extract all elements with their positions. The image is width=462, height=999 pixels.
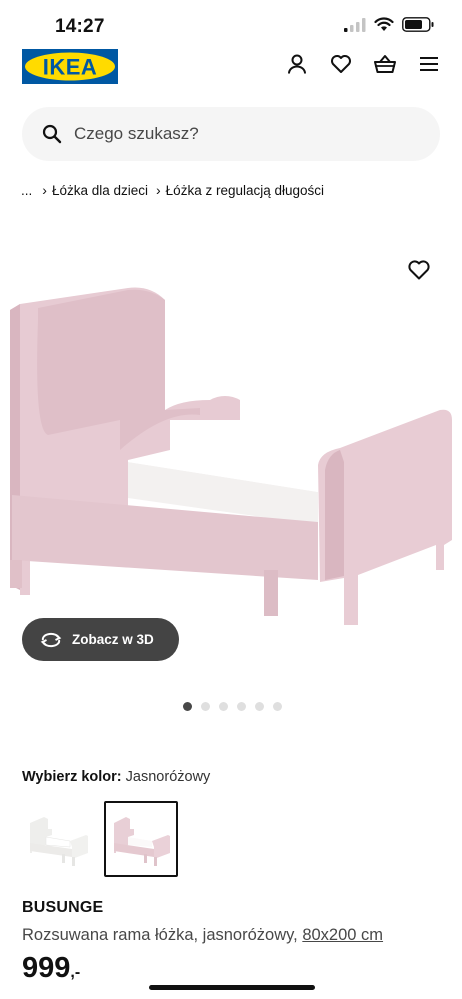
price-suffix: ,- bbox=[70, 964, 81, 981]
battery-icon bbox=[402, 17, 434, 32]
carousel-dots bbox=[183, 702, 282, 711]
product-image[interactable] bbox=[0, 240, 462, 680]
home-indicator[interactable] bbox=[149, 985, 315, 990]
rotate-3d-icon bbox=[40, 632, 62, 647]
status-time: 14:27 bbox=[55, 16, 105, 37]
carousel-dot[interactable] bbox=[183, 702, 192, 711]
app-header: IKEA bbox=[0, 44, 462, 88]
breadcrumb-item[interactable]: Łóżka z regulacją długości bbox=[166, 183, 324, 198]
product-price: 999,- bbox=[22, 952, 80, 985]
color-label-title: Wybierz kolor: bbox=[22, 769, 122, 785]
search-input[interactable] bbox=[74, 107, 414, 161]
breadcrumb: ... › Łóżka dla dzieci › Łóżka z regulac… bbox=[21, 182, 324, 198]
carousel-dot[interactable] bbox=[237, 702, 246, 711]
product-description-text: Rozsuwana rama łóżka, jasnoróżowy, bbox=[22, 926, 298, 944]
chevron-right-icon: › bbox=[42, 182, 47, 198]
breadcrumb-ellipsis[interactable]: ... bbox=[21, 183, 32, 198]
price-value: 999 bbox=[22, 952, 71, 984]
ikea-logo[interactable]: IKEA bbox=[22, 49, 118, 84]
carousel-dot[interactable] bbox=[219, 702, 228, 711]
heart-icon[interactable] bbox=[407, 259, 431, 281]
menu-icon[interactable] bbox=[418, 53, 440, 75]
carousel-dot[interactable] bbox=[201, 702, 210, 711]
carousel-dot[interactable] bbox=[255, 702, 264, 711]
wifi-icon bbox=[374, 17, 394, 31]
carousel-dot[interactable] bbox=[273, 702, 282, 711]
status-bar: 14:27 bbox=[0, 0, 462, 50]
product-size-link[interactable]: 80x200 cm bbox=[302, 926, 383, 944]
white-bed-thumbnail bbox=[30, 817, 88, 866]
header-icons bbox=[286, 53, 440, 75]
color-swatch-light-pink[interactable] bbox=[104, 801, 178, 877]
signal-icon bbox=[344, 17, 366, 32]
status-icons bbox=[344, 17, 434, 32]
user-icon[interactable] bbox=[286, 53, 308, 75]
pink-bed-thumbnail bbox=[114, 817, 170, 866]
color-label: Wybierz kolor: Jasnoróżowy bbox=[22, 769, 210, 785]
breadcrumb-item[interactable]: Łóżka dla dzieci bbox=[52, 183, 148, 198]
product-description: Rozsuwana rama łóżka, jasnoróżowy, 80x20… bbox=[22, 926, 383, 945]
logo-text: IKEA bbox=[43, 55, 98, 80]
selected-color: Jasnoróżowy bbox=[125, 769, 211, 785]
search-icon bbox=[42, 124, 62, 144]
view-3d-label: Zobacz w 3D bbox=[72, 632, 154, 647]
color-swatches bbox=[22, 801, 178, 877]
search-bar[interactable] bbox=[22, 107, 440, 161]
color-swatch-white[interactable] bbox=[22, 801, 96, 877]
heart-icon[interactable] bbox=[330, 53, 352, 75]
product-name: BUSUNGE bbox=[22, 899, 104, 916]
basket-icon[interactable] bbox=[374, 53, 396, 75]
view-3d-button[interactable]: Zobacz w 3D bbox=[22, 618, 179, 661]
chevron-right-icon: › bbox=[156, 182, 161, 198]
